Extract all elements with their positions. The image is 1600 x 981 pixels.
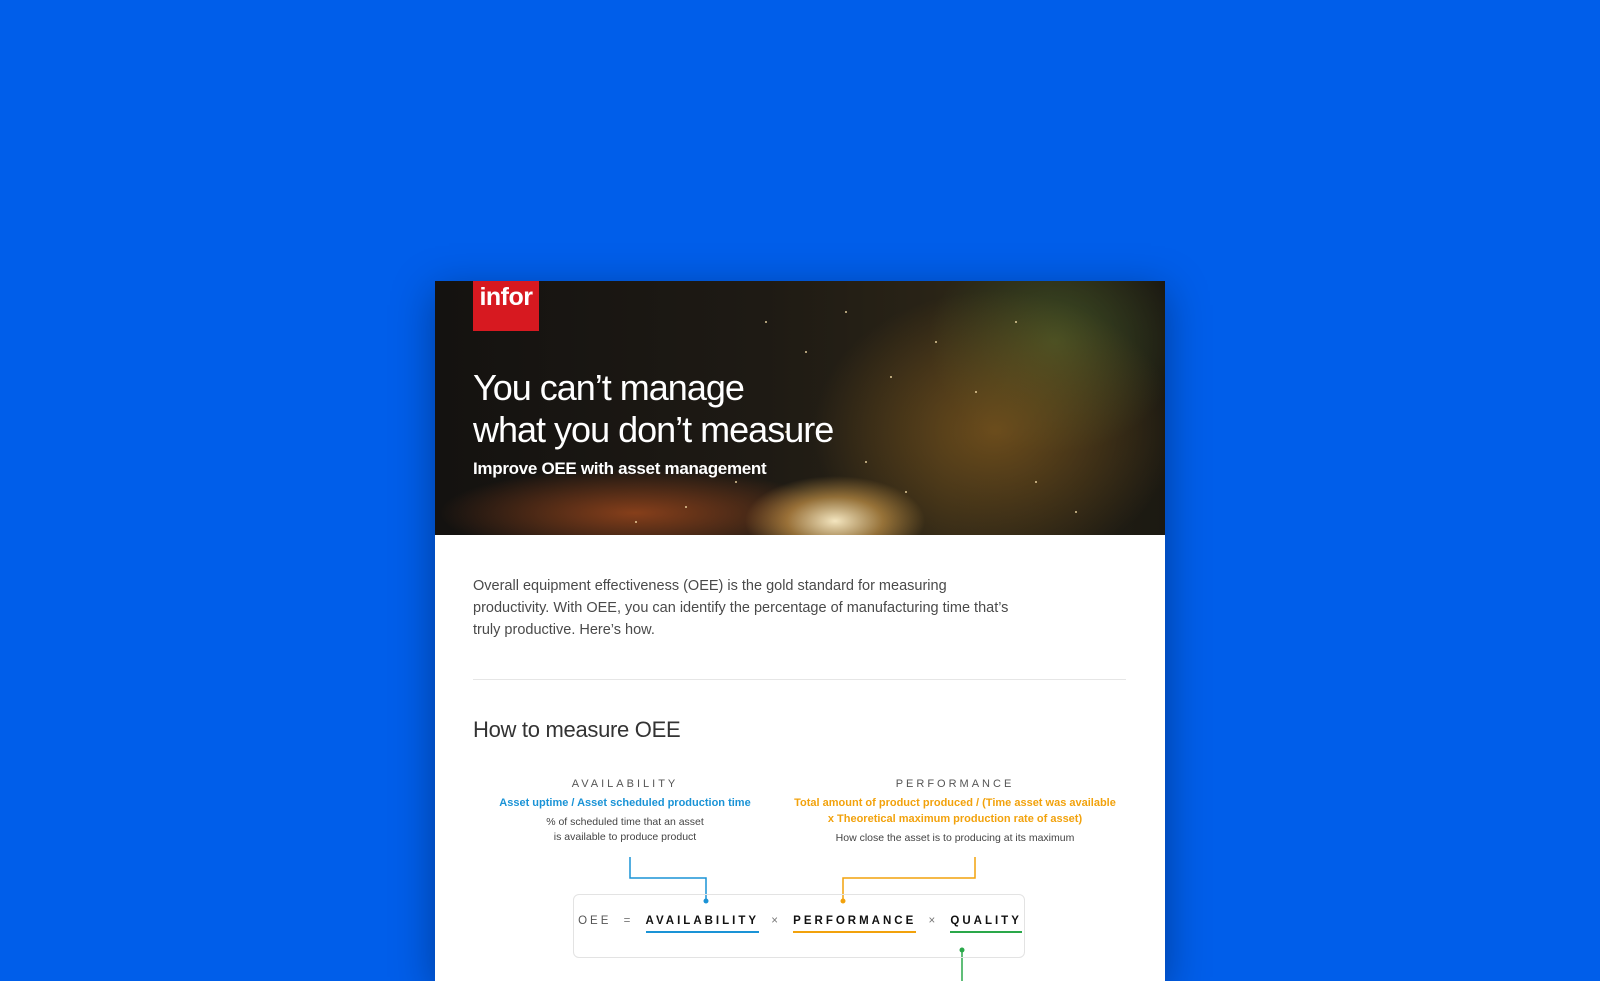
oee-equation: OEE = AVAILABILITY × PERFORMANCE × QUALI… bbox=[574, 915, 1026, 933]
multiply-sign-1: × bbox=[771, 915, 781, 927]
performance-term: PERFORMANCE bbox=[793, 915, 917, 933]
oee-equation-box: OEE = AVAILABILITY × PERFORMANCE × QUALI… bbox=[573, 894, 1025, 958]
oee-label: OEE bbox=[578, 915, 612, 927]
equals-sign: = bbox=[623, 915, 634, 927]
connector-lines bbox=[629, 857, 976, 981]
quality-term: QUALITY bbox=[950, 915, 1022, 933]
document-page: infor You can’t manage what you don’t me… bbox=[435, 281, 1165, 981]
availability-term: AVAILABILITY bbox=[645, 915, 760, 933]
multiply-sign-2: × bbox=[928, 915, 939, 927]
